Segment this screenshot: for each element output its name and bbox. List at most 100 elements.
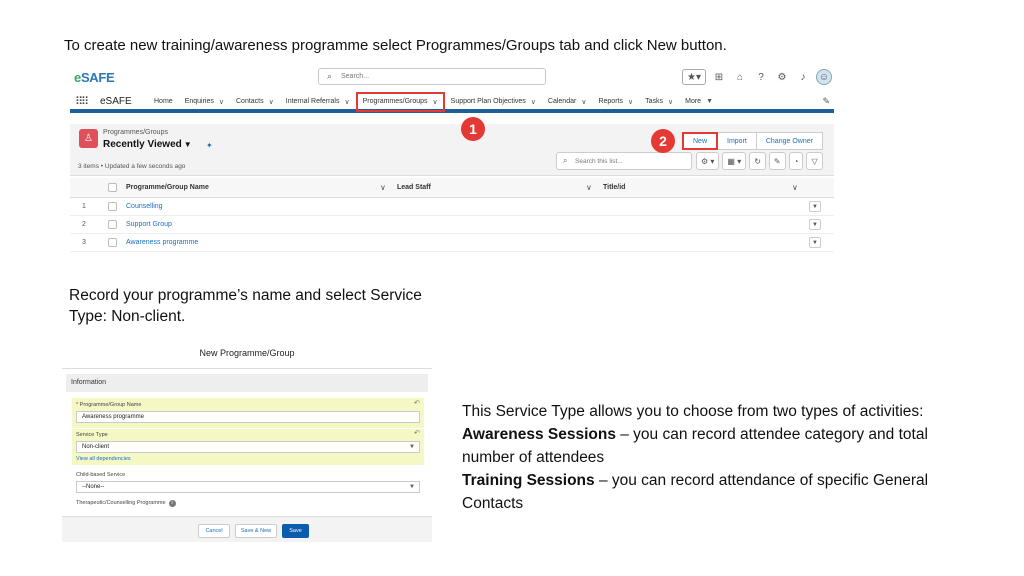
row-number: 3 bbox=[82, 239, 86, 246]
nav-more[interactable]: More ▼ bbox=[679, 90, 719, 113]
list-search-placeholder: Search this list... bbox=[575, 158, 623, 165]
row-action-menu[interactable]: ▼ bbox=[809, 219, 821, 230]
import-button[interactable]: Import bbox=[717, 132, 757, 150]
row-checkbox[interactable] bbox=[108, 202, 117, 211]
refresh-icon[interactable]: ↻ bbox=[749, 152, 766, 170]
search-placeholder: Search... bbox=[341, 73, 370, 80]
nav-reports[interactable]: Reports ∨ bbox=[592, 90, 639, 113]
gear-icon[interactable]: ⚙ bbox=[774, 69, 790, 85]
view-dependencies-link[interactable]: View all dependencies bbox=[76, 456, 131, 462]
list-tools: ⚙ ▾ ▦ ▾ ↻ ✎ ◔ ▽ bbox=[696, 152, 823, 170]
chevron-down-icon[interactable]: ∨ bbox=[219, 98, 224, 106]
chevron-down-icon[interactable]: ∨ bbox=[668, 98, 673, 106]
instruction-record-name: Record your programme’s name and select … bbox=[69, 287, 422, 325]
caret-down-icon[interactable]: ▼ bbox=[184, 140, 192, 149]
app-name: eSAFE bbox=[100, 96, 132, 107]
nav-contacts[interactable]: Contacts ∨ bbox=[230, 90, 280, 113]
save-button[interactable]: Save bbox=[282, 524, 309, 538]
table-row: 2 Support Group ▼ bbox=[70, 216, 834, 234]
nav-tasks[interactable]: Tasks ∨ bbox=[639, 90, 679, 113]
help-icon[interactable]: ? bbox=[753, 69, 769, 85]
nav-items: Home Enquiries ∨ Contacts ∨ Internal Refer… bbox=[148, 90, 719, 113]
chevron-down-icon[interactable]: ∨ bbox=[581, 98, 586, 106]
app-nav-bar: ⠿⠿ eSAFE Home Enquiries ∨ Contacts ∨ Inter… bbox=[70, 90, 834, 113]
caret-down-icon[interactable]: ▼ bbox=[706, 98, 713, 105]
step-badge-2: 2 bbox=[651, 129, 675, 153]
section-header: Information bbox=[66, 374, 428, 392]
chevron-down-icon[interactable]: ∨ bbox=[344, 98, 349, 106]
plus-icon[interactable]: ⊞ bbox=[711, 69, 727, 85]
nav-programmes-groups[interactable]: Programmes/Groups ∨ bbox=[355, 91, 445, 112]
nav-enquiries[interactable]: Enquiries ∨ bbox=[179, 90, 230, 113]
nav-calendar[interactable]: Calendar ∨ bbox=[542, 90, 593, 113]
object-label: Programmes/Groups bbox=[103, 129, 168, 136]
undo-icon[interactable]: ↶ bbox=[414, 399, 420, 407]
select-all-checkbox[interactable] bbox=[108, 183, 117, 192]
row-checkbox[interactable] bbox=[108, 238, 117, 247]
bell-icon[interactable]: ♪ bbox=[795, 69, 811, 85]
awareness-sessions-term: Awareness Sessions bbox=[462, 426, 616, 443]
divider bbox=[62, 368, 432, 369]
chevron-down-icon[interactable]: ∨ bbox=[433, 98, 438, 106]
row-link[interactable]: Awareness programme bbox=[126, 239, 198, 246]
caret-down-icon: ▼ bbox=[409, 484, 415, 490]
chevron-down-icon[interactable]: ∨ bbox=[586, 183, 592, 192]
nav-support-plan-objectives[interactable]: Support Plan Objectives ∨ bbox=[445, 90, 542, 113]
star-icon[interactable]: ★▾ bbox=[682, 69, 706, 85]
table-row: 1 Counselling ▼ bbox=[70, 198, 834, 216]
filter-icon[interactable]: ▽ bbox=[806, 152, 823, 170]
step-badge-1: 1 bbox=[461, 117, 485, 141]
undo-icon[interactable]: ↶ bbox=[414, 429, 420, 437]
esafe-logo: eSAFE bbox=[74, 70, 115, 85]
table-view-icon[interactable]: ▦ ▾ bbox=[722, 152, 747, 170]
service-type-description: This Service Type allows you to choose f… bbox=[462, 400, 952, 515]
cancel-button[interactable]: Cancel bbox=[198, 524, 230, 538]
save-and-new-button[interactable]: Save & New bbox=[235, 524, 277, 538]
column-header-lead-staff[interactable]: Lead Staff bbox=[397, 184, 431, 191]
nav-internal-referrals[interactable]: Internal Referrals ∨ bbox=[280, 90, 356, 113]
instruction-select-tab: To create new training/awareness program… bbox=[64, 37, 727, 54]
list-view-selector[interactable]: Recently Viewed ▼ bbox=[103, 139, 192, 150]
child-based-service-select[interactable]: --None-- ▼ bbox=[76, 481, 420, 493]
column-header-name[interactable]: Programme/Group Name bbox=[126, 184, 209, 191]
pencil-icon[interactable]: ✎ bbox=[768, 152, 786, 170]
user-avatar-icon[interactable]: ☺ bbox=[816, 69, 832, 85]
programme-name-input[interactable]: Awareness programme bbox=[76, 411, 420, 423]
change-owner-button[interactable]: Change Owner bbox=[755, 132, 823, 150]
row-link[interactable]: Counselling bbox=[126, 203, 163, 210]
training-sessions-term: Training Sessions bbox=[462, 472, 595, 489]
app-launcher-icon[interactable]: ⠿⠿ bbox=[75, 95, 89, 108]
chevron-down-icon[interactable]: ∨ bbox=[531, 98, 536, 106]
chevron-down-icon[interactable]: ∨ bbox=[269, 98, 274, 106]
service-type-select[interactable]: Non-client ▼ bbox=[76, 441, 420, 453]
therapeutic-programme-label: Therapeutic/Counselling Programme i bbox=[76, 500, 176, 507]
chevron-down-icon[interactable]: ∨ bbox=[792, 183, 798, 192]
row-checkbox[interactable] bbox=[108, 220, 117, 229]
modal-title: New Programme/Group bbox=[199, 348, 295, 358]
gear-icon[interactable]: ⌂ bbox=[732, 69, 748, 85]
chevron-down-icon[interactable]: ∨ bbox=[380, 183, 386, 192]
row-number: 2 bbox=[82, 221, 86, 228]
chevron-down-icon[interactable]: ∨ bbox=[628, 98, 633, 106]
row-link[interactable]: Support Group bbox=[126, 221, 172, 228]
list-search-input[interactable]: ⌕ Search this list... bbox=[556, 152, 692, 170]
programme-object-icon: ♙ bbox=[79, 129, 98, 148]
table-header: Programme/Group Name ∨ Lead Staff ∨ Titl… bbox=[70, 178, 834, 198]
row-action-menu[interactable]: ▼ bbox=[809, 237, 821, 248]
modal-footer: Cancel Save & New Save bbox=[62, 516, 432, 542]
gear-icon[interactable]: ⚙ ▾ bbox=[696, 152, 720, 170]
new-button[interactable]: New bbox=[682, 132, 719, 150]
pencil-icon[interactable]: ✎ bbox=[822, 96, 830, 107]
nav-home[interactable]: Home bbox=[148, 90, 179, 113]
pin-icon[interactable]: ✦ bbox=[206, 141, 213, 150]
new-programme-form-screenshot: New Programme/Group Information * Progra… bbox=[62, 338, 432, 542]
info-icon[interactable]: i bbox=[168, 500, 176, 507]
row-number: 1 bbox=[82, 203, 86, 210]
list-meta: 3 items • Updated a few seconds ago bbox=[78, 163, 186, 170]
search-icon: ⌕ bbox=[563, 156, 568, 165]
table-row: 3 Awareness programme ▼ bbox=[70, 234, 834, 252]
row-action-menu[interactable]: ▼ bbox=[809, 201, 821, 212]
column-header-title-id[interactable]: Title/id bbox=[603, 184, 625, 191]
chart-icon[interactable]: ◔ bbox=[788, 152, 804, 170]
global-search-input[interactable]: ⌕ Search... bbox=[318, 68, 546, 85]
